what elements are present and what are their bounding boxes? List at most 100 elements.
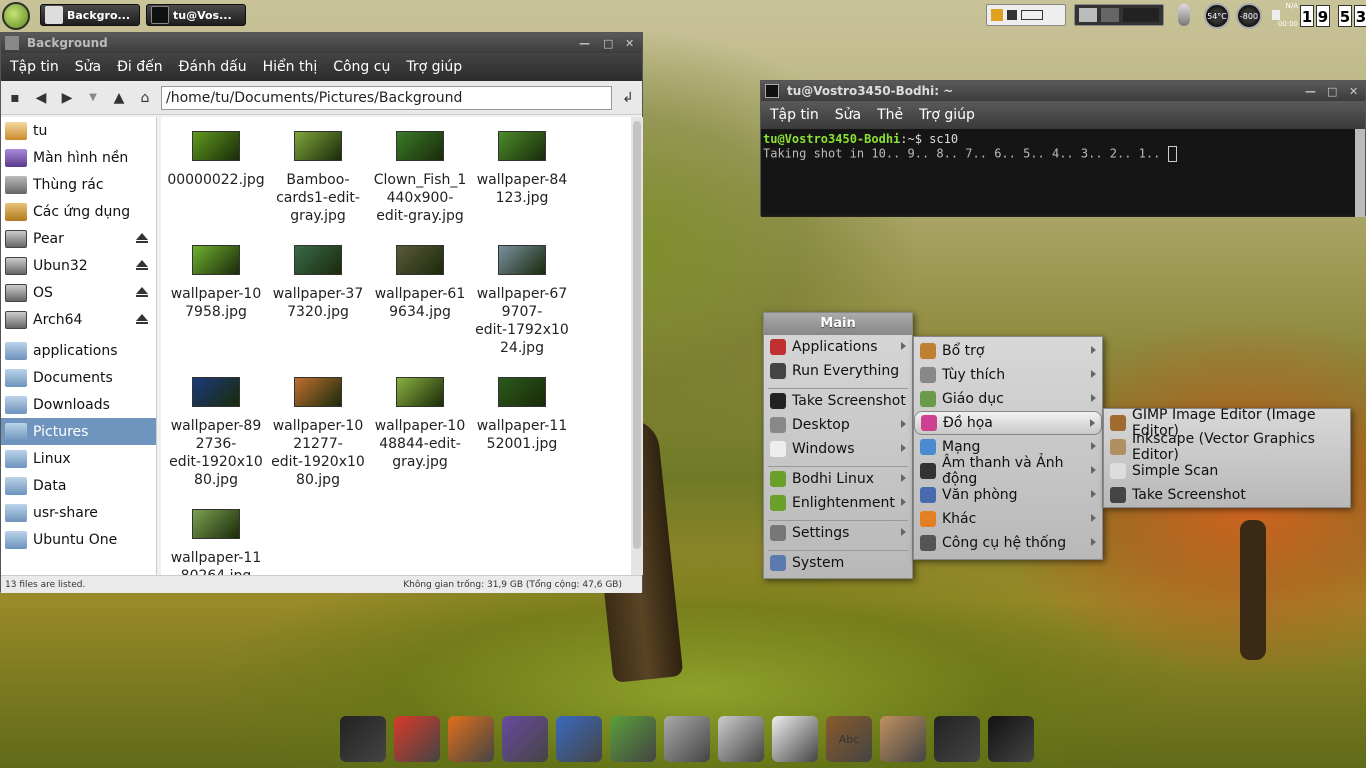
file-item[interactable]: wallpaper-10 7958.jpg xyxy=(165,231,267,321)
menu-item[interactable]: Đi đến xyxy=(117,59,163,75)
file-item[interactable]: wallpaper-61 9634.jpg xyxy=(369,231,471,321)
sidebar-item[interactable]: Linux xyxy=(1,445,156,472)
menu-item[interactable]: System xyxy=(764,551,912,575)
sidebar-item[interactable]: usr-share xyxy=(1,499,156,526)
menu-item[interactable]: Take Screenshot xyxy=(1104,483,1350,507)
firefox-icon[interactable] xyxy=(448,716,494,762)
drive-icon[interactable] xyxy=(664,716,710,762)
menu-item[interactable]: Hiển thị xyxy=(263,59,318,75)
back-icon[interactable]: ◀ xyxy=(31,88,51,108)
pidgin-icon[interactable] xyxy=(502,716,548,762)
close-icon[interactable]: ✕ xyxy=(1349,85,1358,98)
scrollbar[interactable] xyxy=(1355,129,1365,217)
microphone-icon[interactable] xyxy=(1178,4,1190,26)
maximize-icon[interactable]: □ xyxy=(603,37,613,50)
menu-item[interactable]: Inkscape (Vector Graphics Editor) xyxy=(1104,431,1350,463)
menu-item[interactable]: Công cụ hệ thống xyxy=(914,531,1102,555)
terminal-icon[interactable] xyxy=(988,716,1034,762)
menu-item[interactable]: Giáo dục xyxy=(914,387,1102,411)
dictionary-icon[interactable]: Abc xyxy=(826,716,872,762)
eject-icon[interactable] xyxy=(136,233,148,243)
file-item[interactable]: Clown_Fish_1 440x900- edit-gray.jpg xyxy=(369,117,471,225)
menu-item[interactable]: Desktop xyxy=(764,413,912,437)
package-installer-icon[interactable] xyxy=(880,716,926,762)
menu-item[interactable]: Trợ giúp xyxy=(406,59,462,75)
system-monitor-icon[interactable] xyxy=(934,716,980,762)
calculator-icon[interactable] xyxy=(718,716,764,762)
places-icon[interactable]: ▪ xyxy=(5,88,25,108)
sidebar-item[interactable]: tu xyxy=(1,117,156,144)
document-icon[interactable] xyxy=(556,716,602,762)
pager-desk-1[interactable] xyxy=(1079,8,1097,22)
close-icon[interactable]: ✕ xyxy=(625,37,634,50)
sidebar-item[interactable]: Pictures xyxy=(1,418,156,445)
monitor-icon[interactable] xyxy=(340,716,386,762)
menu-item[interactable]: Sửa xyxy=(75,59,101,75)
menu-item[interactable]: Âm thanh và Ảnh động xyxy=(914,455,1102,487)
sidebar-item[interactable]: Ubuntu One xyxy=(1,526,156,553)
menu-item[interactable]: Applications xyxy=(764,335,912,359)
clock[interactable]: 1 9 5 3 xyxy=(1300,5,1366,27)
sidebar-item[interactable]: Data xyxy=(1,472,156,499)
up-icon[interactable]: ▲ xyxy=(109,88,129,108)
scrollbar-thumb[interactable] xyxy=(633,121,641,549)
pager[interactable] xyxy=(1074,4,1164,26)
forward-icon[interactable]: ▶ xyxy=(57,88,77,108)
menu-item[interactable]: Take Screenshot xyxy=(764,389,912,413)
menu-item[interactable]: Bổ trợ xyxy=(914,339,1102,363)
menu-item[interactable]: Công cụ xyxy=(333,59,390,75)
battery-widget[interactable]: N/A 00:00 xyxy=(1270,2,1298,30)
sidebar-item[interactable]: applications xyxy=(1,337,156,364)
eject-icon[interactable] xyxy=(136,260,148,270)
menu-item[interactable]: Trợ giúp xyxy=(919,107,975,123)
sidebar-item[interactable]: Các ứng dụng xyxy=(1,198,156,225)
menu-item[interactable]: Sửa xyxy=(835,107,861,123)
text-editor-icon[interactable] xyxy=(772,716,818,762)
keyboard-icon[interactable] xyxy=(1021,10,1043,20)
minimize-icon[interactable]: — xyxy=(1305,85,1316,98)
file-item[interactable]: wallpaper-10 48844-edit-gray.jpg xyxy=(369,363,471,471)
sidebar-item[interactable]: Thùng rác xyxy=(1,171,156,198)
menu-item[interactable]: Settings xyxy=(764,521,912,545)
menu-item[interactable]: Khác xyxy=(914,507,1102,531)
sidebar-item[interactable]: Màn hình nền xyxy=(1,144,156,171)
menu-item[interactable]: Tập tin xyxy=(10,59,59,75)
file-item[interactable]: wallpaper-67 9707- edit-1792x10 24.jpg xyxy=(471,231,573,357)
file-item[interactable]: wallpaper-84 123.jpg xyxy=(471,117,573,207)
menu-item[interactable]: Simple Scan xyxy=(1104,459,1350,483)
menu-item[interactable]: Đánh dấu xyxy=(179,59,247,75)
file-item[interactable]: 00000022.jpg xyxy=(165,117,267,189)
menu-item[interactable]: Bodhi Linux xyxy=(764,467,912,491)
minimize-icon[interactable]: — xyxy=(579,37,590,50)
maximize-icon[interactable]: □ xyxy=(1327,85,1337,98)
file-item[interactable]: wallpaper-10 21277- edit-1920x10 80.jpg xyxy=(267,363,369,489)
menu-item[interactable]: Windows xyxy=(764,437,912,461)
menu-item[interactable]: Enlightenment xyxy=(764,491,912,515)
menu-item[interactable]: Văn phòng xyxy=(914,483,1102,507)
file-item[interactable]: wallpaper-89 2736- edit-1920x10 80.jpg xyxy=(165,363,267,489)
sidebar-item[interactable]: Downloads xyxy=(1,391,156,418)
file-item[interactable]: wallpaper-37 7320.jpg xyxy=(267,231,369,321)
menu-item[interactable]: Tập tin xyxy=(770,107,819,123)
file-item[interactable]: wallpaper-1180264.jpg xyxy=(165,495,267,575)
file-item[interactable]: Bamboo-cards1-edit-gray.jpg xyxy=(267,117,369,225)
history-icon[interactable]: ▼ xyxy=(83,88,103,108)
menu-item[interactable]: Tùy thích xyxy=(914,363,1102,387)
menu-item[interactable]: Đồ họa xyxy=(914,411,1102,435)
terminal-output[interactable]: tu@Vostro3450-Bodhi:~$ sc10 Taking shot … xyxy=(761,129,1356,217)
menu-item[interactable]: Thẻ xyxy=(877,107,903,123)
sidebar-item[interactable]: Arch64 xyxy=(1,306,156,333)
path-input[interactable]: /home/tu/Documents/Pictures/Background xyxy=(161,85,612,110)
sidebar-item[interactable]: Ubun32 xyxy=(1,252,156,279)
bodhi-menu-icon[interactable] xyxy=(2,2,30,30)
chrome-icon[interactable] xyxy=(394,716,440,762)
scrollbar[interactable] xyxy=(631,117,643,575)
file-item[interactable]: wallpaper-11 52001.jpg xyxy=(471,363,573,453)
home-icon[interactable]: ⌂ xyxy=(135,88,155,108)
pager-desk-3[interactable] xyxy=(1123,8,1159,22)
task-terminal[interactable]: tu@Vos... xyxy=(146,4,246,26)
menu-item[interactable]: Run Everything xyxy=(764,359,912,383)
tray-icon[interactable] xyxy=(1007,10,1017,20)
systray[interactable] xyxy=(986,4,1066,26)
go-icon[interactable]: ↲ xyxy=(618,88,638,108)
